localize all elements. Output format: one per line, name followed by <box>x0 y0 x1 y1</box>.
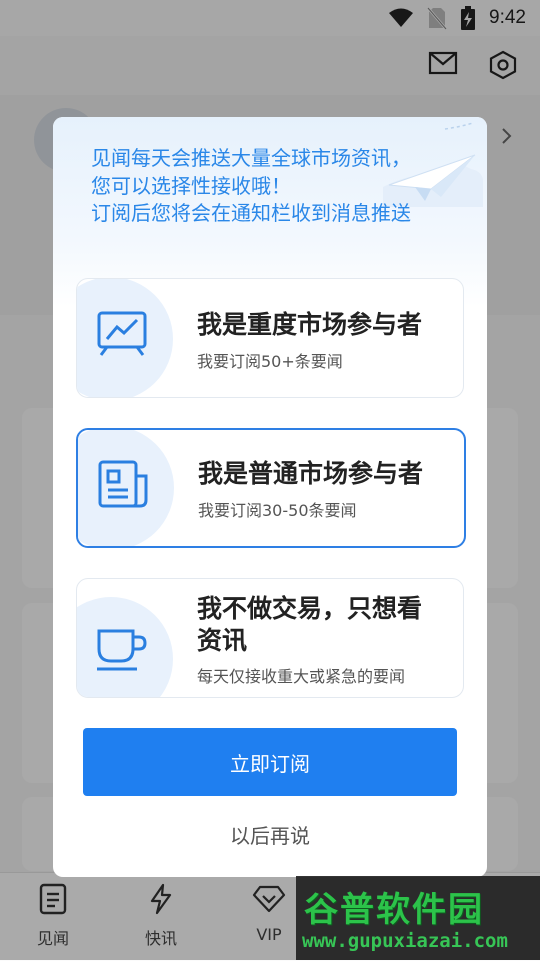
intro-line: 见闻每天会推送大量全球市场资讯， <box>91 146 411 170</box>
option-title-line2: 资讯 <box>197 626 248 655</box>
option-subtitle: 我要订阅30-50条要闻 <box>198 501 357 520</box>
option-title: 我是普通市场参与者 <box>198 459 424 488</box>
subscription-dialog: 见闻每天会推送大量全球市场资讯， 您可以选择性接收哦！ 订阅后您将会在通知栏收到… <box>53 117 487 877</box>
option-subtitle: 我要订阅50+条要闻 <box>197 352 343 371</box>
intro-line: 订阅后您将会在通知栏收到消息推送 <box>91 201 411 225</box>
chart-monitor-icon <box>97 311 147 356</box>
watermark-url: www.gupuxiazai.com <box>302 930 508 952</box>
option-regular-participant[interactable]: 我是普通市场参与者 我要订阅30-50条要闻 <box>76 428 466 548</box>
option-subtitle: 每天仅接收重大或紧急的要闻 <box>197 667 406 686</box>
watermark: 谷普软件园 www.gupuxiazai.com <box>296 876 540 960</box>
option-icon-bubble <box>77 279 173 397</box>
option-icon-bubble <box>77 597 173 697</box>
option-icon-bubble <box>78 430 174 546</box>
option-heavy-participant[interactable]: 我是重度市场参与者 我要订阅50+条要闻 <box>76 278 464 398</box>
watermark-name: 谷普软件园 <box>304 890 484 930</box>
later-button[interactable]: 以后再说 <box>53 820 487 849</box>
intro-line: 您可以选择性接收哦！ <box>91 174 291 198</box>
coffee-cup-icon <box>97 629 147 671</box>
option-title: 我不做交易，只想看 <box>197 594 423 623</box>
subscribe-button[interactable]: 立即订阅 <box>83 728 457 796</box>
option-title: 我是重度市场参与者 <box>197 310 423 339</box>
newspaper-icon <box>98 460 148 508</box>
option-news-only[interactable]: 我不做交易，只想看 资讯 每天仅接收重大或紧急的要闻 <box>76 578 464 698</box>
